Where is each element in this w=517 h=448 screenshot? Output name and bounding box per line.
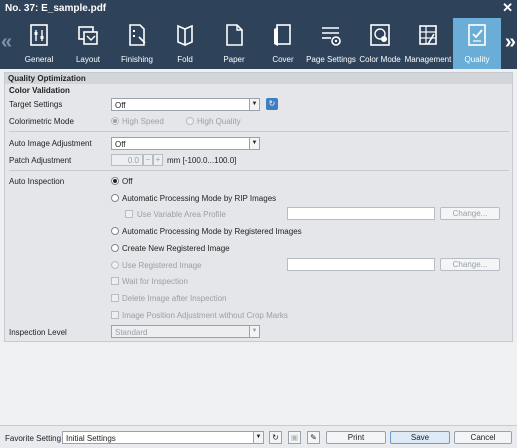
- tab-label: Fold: [177, 55, 193, 64]
- quality-optimization-panel: Quality Optimization Color Validation Ta…: [4, 72, 513, 342]
- chevron-down-icon: ▼: [249, 138, 259, 149]
- create-new-radio[interactable]: [111, 244, 119, 252]
- edit-favorite-icon[interactable]: ✎: [307, 431, 320, 444]
- create-new-label: Create New Registered Image: [122, 244, 230, 253]
- tab-label: Page Settings: [306, 55, 356, 64]
- cover-icon: [274, 24, 291, 46]
- tab-management[interactable]: Management: [404, 18, 452, 69]
- rip-mode-radio[interactable]: [111, 194, 119, 202]
- print-button[interactable]: Print: [326, 431, 386, 444]
- inspection-off-label: Off: [122, 177, 133, 186]
- management-icon: [419, 25, 437, 45]
- wait-inspection-label: Wait for Inspection: [122, 277, 188, 286]
- settings-tab-bar: « General Layout Finishing Fold Paper Co…: [0, 18, 517, 69]
- delete-image-checkbox[interactable]: [111, 294, 119, 302]
- wait-inspection-checkbox[interactable]: [111, 277, 119, 285]
- variable-area-label: Use Variable Area Profile: [137, 210, 226, 219]
- variable-area-checkbox[interactable]: [125, 210, 133, 218]
- rip-mode-label: Automatic Processing Mode by RIP Images: [122, 194, 277, 203]
- fold-icon: [177, 24, 193, 47]
- patch-decrement-button[interactable]: −: [143, 154, 153, 166]
- paper-icon: [226, 24, 243, 46]
- title-bar: No. 37: E_sample.pdf ✕: [0, 0, 517, 18]
- target-settings-label: Target Settings: [9, 100, 63, 109]
- registered-mode-radio[interactable]: [111, 227, 119, 235]
- inspection-level-select[interactable]: Standard ▼: [111, 325, 260, 338]
- auto-image-adjustment-label: Auto Image Adjustment: [9, 139, 92, 148]
- position-adjust-label: Image Position Adjustment without Crop M…: [122, 311, 288, 320]
- tab-layout[interactable]: Layout: [65, 18, 111, 69]
- chevron-down-icon: ▼: [253, 432, 263, 443]
- favorite-setting-value: Initial Settings: [66, 434, 116, 443]
- use-registered-radio[interactable]: [111, 261, 119, 269]
- tab-label: General: [24, 55, 54, 64]
- tab-page-settings[interactable]: Page Settings: [306, 18, 356, 69]
- tab-label: Layout: [75, 55, 101, 64]
- tab-quality[interactable]: Quality: [453, 18, 501, 69]
- variable-area-field: [287, 207, 435, 220]
- chevron-down-icon: ▼: [249, 326, 259, 337]
- tab-color-mode[interactable]: Color Mode: [357, 18, 403, 69]
- scroll-left-icon[interactable]: «: [1, 32, 12, 52]
- chevron-down-icon: ▼: [249, 99, 259, 110]
- close-icon[interactable]: ✕: [502, 1, 513, 15]
- use-registered-label: Use Registered Image: [122, 261, 202, 270]
- finishing-icon: [129, 24, 146, 46]
- delete-image-label: Delete Image after Inspection: [122, 294, 227, 303]
- divider: [9, 131, 509, 132]
- registered-image-field: [287, 258, 435, 271]
- tab-label: Finishing: [120, 55, 153, 64]
- patch-unit-range: mm [-100.0...100.0]: [167, 156, 237, 165]
- scroll-right-icon[interactable]: »: [505, 32, 516, 52]
- colorimetric-mode-label: Colorimetric Mode: [9, 117, 74, 126]
- favorite-setting-label: Favorite Setting: [5, 434, 62, 443]
- patch-adjustment-input[interactable]: 0.0: [111, 154, 143, 166]
- high-speed-radio[interactable]: [111, 117, 119, 125]
- footer-bar: Favorite Setting Initial Settings ▼ ↻ ▣ …: [0, 425, 517, 448]
- refresh-icon[interactable]: ↻: [266, 98, 278, 110]
- high-quality-label: High Quality: [197, 117, 241, 126]
- tab-label: Color Mode: [359, 55, 401, 64]
- tab-general[interactable]: General: [16, 18, 62, 69]
- tab-label: Cover: [272, 55, 294, 64]
- section-title: Quality Optimization: [5, 73, 512, 84]
- tab-finishing[interactable]: Finishing: [113, 18, 161, 69]
- cancel-button[interactable]: Cancel: [454, 431, 512, 444]
- change-registered-image-button[interactable]: Change...: [440, 258, 500, 271]
- quality-icon: [468, 24, 486, 46]
- patch-increment-button[interactable]: +: [153, 154, 163, 166]
- target-settings-value: Off: [115, 101, 126, 110]
- high-quality-radio[interactable]: [186, 117, 194, 125]
- auto-image-adjustment-value: Off: [115, 140, 126, 149]
- position-adjust-checkbox[interactable]: [111, 311, 119, 319]
- change-variable-area-button[interactable]: Change...: [440, 207, 500, 220]
- registered-mode-label: Automatic Processing Mode by Registered …: [122, 227, 302, 236]
- auto-image-adjustment-select[interactable]: Off ▼: [111, 137, 260, 150]
- layout-icon: [78, 26, 98, 45]
- tab-cover[interactable]: Cover: [260, 18, 306, 69]
- save-favorite-icon[interactable]: ▣: [288, 431, 301, 444]
- tab-label: Paper: [223, 55, 245, 64]
- patch-adjustment-label: Patch Adjustment: [9, 156, 72, 165]
- divider: [9, 170, 509, 171]
- color-validation-title: Color Validation: [9, 86, 70, 95]
- color-mode-icon: [370, 24, 390, 46]
- save-button[interactable]: Save: [390, 431, 450, 444]
- inspection-level-label: Inspection Level: [9, 328, 67, 337]
- window-title: No. 37: E_sample.pdf: [5, 3, 107, 14]
- tab-label: Management: [404, 55, 452, 64]
- high-speed-label: High Speed: [122, 117, 164, 126]
- tab-fold[interactable]: Fold: [162, 18, 208, 69]
- inspection-level-value: Standard: [115, 328, 148, 337]
- favorite-setting-select[interactable]: Initial Settings ▼: [62, 431, 264, 444]
- refresh-icon[interactable]: ↻: [269, 431, 282, 444]
- target-settings-select[interactable]: Off ▼: [111, 98, 260, 111]
- tab-label: Quality: [464, 55, 490, 64]
- page-settings-icon: [322, 27, 341, 46]
- inspection-off-radio[interactable]: [111, 177, 119, 185]
- auto-inspection-label: Auto Inspection: [9, 177, 65, 186]
- general-icon: [30, 24, 48, 46]
- tab-paper[interactable]: Paper: [211, 18, 257, 69]
